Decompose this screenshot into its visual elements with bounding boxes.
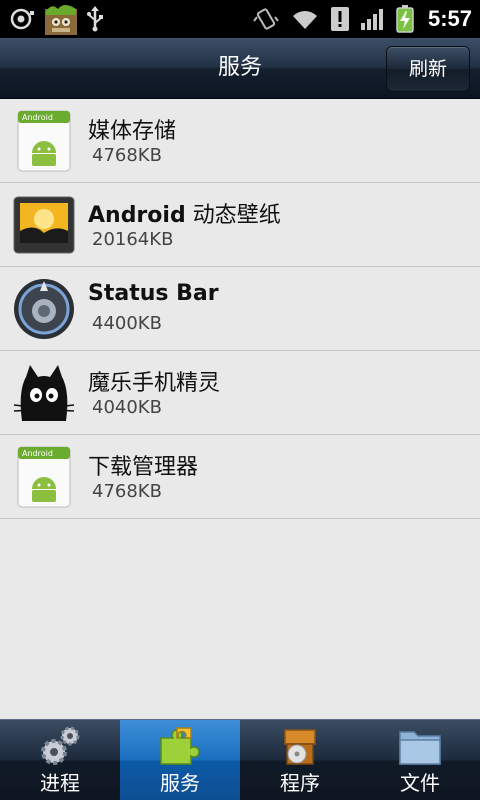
android-package-icon: Android xyxy=(17,446,71,508)
android-package-icon: Android xyxy=(17,110,71,172)
tab-label: 进程 xyxy=(40,771,80,795)
tab-files[interactable]: 文件 xyxy=(360,720,480,800)
tab-programs[interactable]: 程序 xyxy=(240,720,360,800)
app-notification-icon xyxy=(45,5,77,35)
service-memory: 20164KB xyxy=(92,229,174,250)
svg-text:Android: Android xyxy=(22,449,53,458)
service-name: Android 动态壁纸 xyxy=(88,197,281,229)
service-memory: 4040KB xyxy=(92,397,162,418)
service-name-cn: 动态壁纸 xyxy=(185,203,281,228)
list-item[interactable]: Android 动态壁纸 20164KB xyxy=(0,183,480,267)
service-memory: 4400KB xyxy=(92,313,162,334)
list-item[interactable]: 魔乐手机精灵 4040KB xyxy=(0,351,480,435)
service-name: 下载管理器 xyxy=(88,455,199,480)
usb-icon xyxy=(87,6,103,32)
package-box-icon xyxy=(284,729,316,765)
list-item[interactable]: Android 下载管理器 4768KB xyxy=(0,435,480,519)
service-memory: 4768KB xyxy=(92,481,162,502)
folder-icon xyxy=(399,731,441,765)
list-item[interactable]: Android 媒体存储 4768KB xyxy=(0,99,480,183)
battery-charging-icon xyxy=(396,5,414,33)
tab-label: 文件 xyxy=(400,771,440,795)
gears-icon xyxy=(41,726,80,765)
alert-icon xyxy=(330,7,349,31)
clock: 5:57 xyxy=(427,6,472,31)
service-name: 媒体存储 xyxy=(88,119,177,144)
cat-app-icon xyxy=(13,365,75,421)
tab-label: 程序 xyxy=(280,771,320,795)
tab-processes[interactable]: 进程 xyxy=(0,720,120,800)
svg-text:Android: Android xyxy=(22,113,53,122)
service-memory: 4768KB xyxy=(92,145,162,166)
bottom-tab-bar: 进程 服务 程序 文件 xyxy=(0,719,480,800)
wifi-icon xyxy=(292,11,317,30)
service-list: Android 媒体存储 4768KB Android 动态壁纸 20164KB… xyxy=(0,99,480,519)
service-name: Status Bar xyxy=(88,281,219,306)
refresh-button[interactable]: 刷新 xyxy=(386,46,470,92)
title-bar: 服务 刷新 xyxy=(0,38,480,99)
screenshot-icon xyxy=(10,8,34,30)
signal-icon xyxy=(360,9,383,30)
tab-services[interactable]: 服务 xyxy=(120,720,240,800)
puzzle-icon xyxy=(160,727,200,765)
live-wallpaper-icon xyxy=(13,196,75,254)
service-name-en: Android xyxy=(88,203,186,228)
status-bar-app-icon xyxy=(14,279,74,339)
vibrate-icon xyxy=(253,8,279,30)
status-bar: 5:57 xyxy=(0,0,480,38)
tab-label: 服务 xyxy=(160,771,200,795)
list-item[interactable]: Status Bar 4400KB xyxy=(0,267,480,351)
service-name: 魔乐手机精灵 xyxy=(88,371,221,396)
